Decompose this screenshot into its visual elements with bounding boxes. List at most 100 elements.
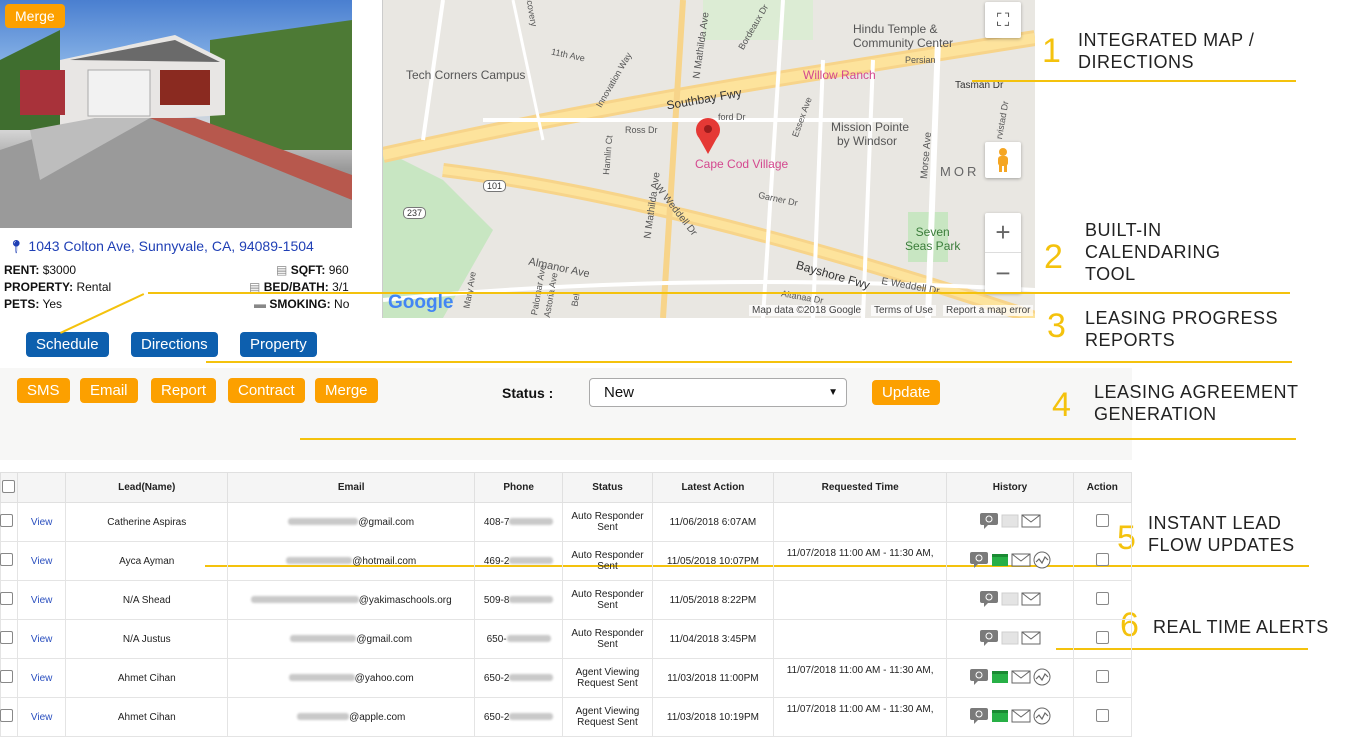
row-checkbox-cell [0, 502, 18, 542]
action-checkbox[interactable] [1095, 670, 1109, 683]
lead-status: Auto Responder Sent [562, 502, 653, 542]
view-link[interactable]: View [31, 517, 53, 528]
calendar-green-icon [991, 709, 1009, 726]
table-row[interactable]: View Ahmet Cihan @yahoo.com 650-2 Agent View… [0, 658, 1133, 698]
action-checkbox[interactable] [1095, 709, 1109, 722]
email-button[interactable]: Email [80, 378, 138, 403]
row-checkbox-cell [0, 658, 18, 698]
annotation-4: LEASING AGREEMENT GENERATION [1094, 382, 1299, 424]
map-label-hindu-temple: Hindu Temple & Community Center [853, 22, 954, 50]
annotation-3: LEASING PROGRESS REPORTS [1085, 308, 1279, 350]
property-button[interactable]: Property [240, 332, 317, 357]
schedule-button[interactable]: Schedule [26, 332, 109, 357]
chat-icon[interactable] [979, 512, 999, 533]
lead-status: Agent Viewing Request Sent [562, 658, 653, 698]
mail-icon[interactable] [1011, 553, 1031, 570]
view-link[interactable]: View [31, 595, 53, 606]
house-image [0, 20, 352, 228]
row-select-checkbox[interactable] [0, 592, 14, 605]
merge-photo-button[interactable]: Merge [5, 4, 65, 28]
header-requested-time[interactable]: Requested Time [772, 472, 948, 503]
report-button[interactable]: Report [151, 378, 217, 403]
row-select-checkbox[interactable] [0, 514, 14, 527]
calendar-gray-icon [1001, 592, 1019, 609]
property-address[interactable]: 📍︎ 1043 Colton Ave, Sunnyvale, CA, 94089… [8, 238, 314, 255]
chat-icon[interactable] [969, 707, 989, 728]
annotation-line-2 [148, 292, 1290, 294]
header-latest-action[interactable]: Latest Action [651, 472, 774, 503]
directions-button[interactable]: Directions [131, 332, 218, 357]
annotation-number-1: 1 [1042, 32, 1061, 70]
table-row[interactable]: View Catherine Aspiras @gmail.com 408-7 Auto… [0, 502, 1133, 542]
select-all-checkbox[interactable] [2, 479, 16, 493]
fullscreen-icon[interactable]: ⛶ [985, 2, 1021, 38]
mail-icon[interactable] [1021, 631, 1041, 648]
lead-name: Ayca Ayman [65, 541, 229, 581]
lead-email: @apple.com [227, 697, 476, 737]
redacted-phone [509, 674, 554, 682]
lead-phone: 509-8 [474, 580, 564, 620]
map-panel[interactable]: Hindu Temple & Community Center Tech Corn… [382, 0, 1035, 318]
zoom-in-button[interactable]: + [985, 213, 1021, 253]
highway-101-shield: 101 [483, 180, 507, 192]
view-link[interactable]: View [31, 556, 53, 567]
chat-icon[interactable] [969, 551, 989, 572]
table-row[interactable]: View N/A Justus @gmail.com 650- Auto Respond… [0, 619, 1133, 659]
row-select-checkbox[interactable] [0, 553, 14, 566]
terms-of-use-link[interactable]: Terms of Use [871, 305, 936, 316]
pegman-icon[interactable] [985, 142, 1021, 178]
action-checkbox[interactable] [1095, 592, 1109, 605]
redacted-phone [509, 557, 554, 565]
row-select-checkbox[interactable] [0, 670, 14, 683]
view-link[interactable]: View [31, 673, 53, 684]
view-link[interactable]: View [31, 634, 53, 645]
header-status[interactable]: Status [562, 472, 653, 503]
row-select-checkbox[interactable] [0, 709, 14, 722]
update-button[interactable]: Update [872, 380, 941, 405]
row-select-checkbox[interactable] [0, 631, 14, 644]
smoking-icon: ▬ [254, 297, 266, 311]
action-checkbox[interactable] [1095, 631, 1109, 644]
lead-name: Catherine Aspiras [65, 502, 229, 542]
sms-button[interactable]: SMS [17, 378, 70, 403]
annotation-line-3 [206, 361, 1292, 363]
contract-button[interactable]: Contract [228, 378, 305, 403]
chevron-down-icon: ▼ [828, 387, 838, 398]
header-lead-name[interactable]: Lead(Name) [65, 472, 229, 503]
header-email[interactable]: Email [227, 472, 476, 503]
action-checkbox[interactable] [1095, 553, 1109, 566]
latest-action: 11/06/2018 6:07AM [651, 502, 774, 542]
zoom-out-button[interactable]: − [985, 253, 1021, 293]
lead-phone: 650-2 [474, 658, 564, 698]
action-checkbox[interactable] [1095, 514, 1109, 527]
mail-icon[interactable] [1021, 514, 1041, 531]
chat-icon[interactable] [979, 629, 999, 650]
map-label-cape-cod: Cape Cod Village [695, 157, 789, 171]
latest-action: 11/05/2018 8:22PM [651, 580, 774, 620]
redacted-phone [509, 713, 554, 721]
mail-icon[interactable] [1021, 592, 1041, 609]
annotation-number-2: 2 [1044, 238, 1063, 276]
requested-time: 11/07/2018 11:00 AM - 11:30 AM, [772, 541, 948, 581]
requested-time: 11/07/2018 11:00 AM - 11:30 AM, [772, 658, 948, 698]
report-map-error-link[interactable]: Report a map error [943, 305, 1034, 316]
select-all-header[interactable] [0, 472, 18, 503]
row-checkbox-cell [0, 697, 18, 737]
status-select[interactable]: New ▼ [589, 378, 847, 407]
view-link[interactable]: View [31, 712, 53, 723]
table-row[interactable]: View N/A Shead @yakimaschools.org 509-8 Auto… [0, 580, 1133, 620]
header-phone[interactable]: Phone [474, 472, 564, 503]
lead-email: @gmail.com [227, 502, 476, 542]
chat-icon[interactable] [969, 668, 989, 689]
merge-button[interactable]: Merge [315, 378, 378, 403]
requested-time [772, 619, 948, 659]
redacted-email [290, 635, 357, 643]
table-row[interactable]: View Ayca Ayman @hotmail.com 469-2 Auto Resp… [0, 541, 1133, 581]
lead-email: @yakimaschools.org [227, 580, 476, 620]
table-row[interactable]: View Ahmet Cihan @apple.com 650-2 Agent View… [0, 697, 1133, 737]
lead-email: @hotmail.com [227, 541, 476, 581]
highway-237-shield: 237 [403, 207, 427, 219]
mail-icon[interactable] [1011, 709, 1031, 726]
mail-icon[interactable] [1011, 670, 1031, 687]
chat-icon[interactable] [979, 590, 999, 611]
